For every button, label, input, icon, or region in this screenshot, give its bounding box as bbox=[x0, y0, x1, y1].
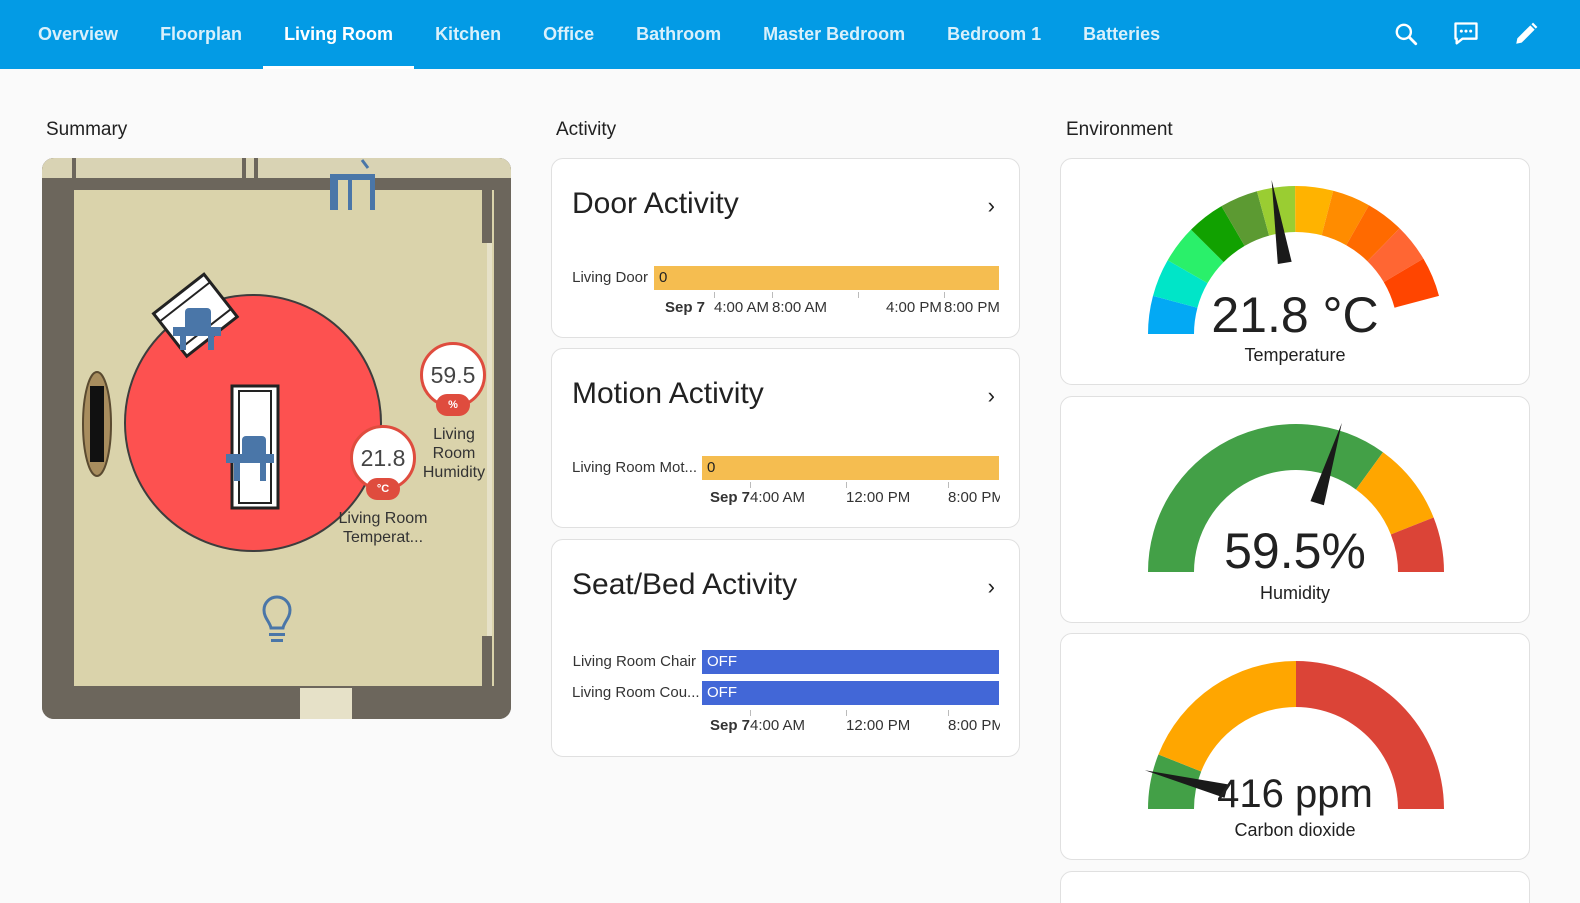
door-axis-t4: 8:00 PM bbox=[944, 299, 1000, 316]
door-axis-tick bbox=[772, 292, 773, 298]
seat-axis-date-text: Sep 7 bbox=[710, 717, 751, 734]
temperature-value: 21.8 °C bbox=[1211, 287, 1379, 343]
co2-label: Carbon dioxide bbox=[1234, 820, 1356, 840]
chevron-right-icon[interactable]: › bbox=[988, 383, 995, 409]
motion-activity-title: Motion Activity bbox=[572, 377, 764, 410]
door-axis-date: Sep 7 bbox=[665, 299, 705, 316]
top-app-bar: Overview Floorplan Living Room Kitchen O… bbox=[0, 0, 1580, 69]
seat-axis-t1: 4:00 AM bbox=[750, 717, 806, 734]
seat-bed-activity-card: Seat/Bed Activity › Living Room Chair OF… bbox=[551, 539, 1020, 757]
tab-living-room[interactable]: Living Room bbox=[263, 0, 415, 69]
tab-bathroom[interactable]: Bathroom bbox=[615, 0, 742, 69]
tab-master-bedroom[interactable]: Master Bedroom bbox=[742, 0, 926, 69]
tab-kitchen[interactable]: Kitchen bbox=[414, 0, 522, 69]
temperature-label: Temperature bbox=[1244, 345, 1346, 365]
humidity-label: Humidity bbox=[1259, 583, 1330, 603]
next-card bbox=[1060, 871, 1530, 903]
seat-bed-activity-title: Seat/Bed Activity bbox=[572, 568, 798, 601]
tab-office[interactable]: Office bbox=[522, 0, 615, 69]
tab-overview[interactable]: Overview bbox=[17, 0, 139, 69]
view-tabs: Overview Floorplan Living Room Kitchen O… bbox=[17, 0, 1181, 69]
seat-axis-tick bbox=[750, 710, 751, 716]
chat-icon[interactable] bbox=[1450, 18, 1482, 50]
environment-title: Environment bbox=[1066, 119, 1173, 140]
door-axis-date-text: Sep 7 bbox=[665, 299, 706, 316]
tab-bedroom-1[interactable]: Bedroom 1 bbox=[926, 0, 1062, 69]
pencil-icon[interactable] bbox=[1510, 18, 1542, 50]
door-activity-title: Door Activity bbox=[572, 187, 739, 220]
motion-axis-date: Sep 7 bbox=[710, 489, 750, 506]
motion-row-label: Living Room Mot... bbox=[572, 459, 698, 476]
door-axis-tick bbox=[858, 292, 859, 298]
door-axis-t1: 4:00 AM bbox=[714, 299, 770, 316]
motion-axis-tick bbox=[846, 482, 847, 488]
temperature-badge-value: 21.8 bbox=[360, 444, 406, 471]
chair-row-label: Living Room Chair bbox=[572, 653, 696, 670]
living-room-floorplan: 59.5 % Living Room Humidity 21.8 °C Livi… bbox=[42, 158, 511, 719]
chair-state-bar[interactable]: OFF bbox=[702, 650, 999, 674]
gauge-segment bbox=[1158, 661, 1296, 772]
search-icon[interactable] bbox=[1390, 18, 1422, 50]
seat-axis-t2: 12:00 PM bbox=[846, 717, 911, 734]
humidity-badge-unit: % bbox=[436, 394, 470, 416]
seat-axis-tick bbox=[846, 710, 847, 716]
summary-title: Summary bbox=[46, 119, 128, 140]
tab-floorplan[interactable]: Floorplan bbox=[139, 0, 263, 69]
door-axis-t2: 8:00 AM bbox=[772, 299, 828, 316]
tab-batteries[interactable]: Batteries bbox=[1062, 0, 1181, 69]
motion-axis-t1: 4:00 AM bbox=[750, 489, 806, 506]
door-row-label: Living Door bbox=[572, 269, 648, 286]
temperature-gauge-card[interactable]: 21.8 °C Temperature bbox=[1060, 158, 1530, 385]
humidity-gauge-card[interactable]: 59.5% Humidity bbox=[1060, 396, 1530, 623]
chevron-right-icon[interactable]: › bbox=[988, 193, 995, 219]
door-axis-tick bbox=[944, 292, 945, 298]
door-activity-card: Door Activity › Living Door 0 Sep 7 4:00… bbox=[551, 158, 1020, 338]
motion-axis-tick bbox=[948, 482, 949, 488]
motion-axis-date-text: Sep 7 bbox=[710, 489, 751, 506]
humidity-badge-value: 59.5 bbox=[430, 361, 476, 388]
temperature-badge-unit: °C bbox=[366, 478, 400, 500]
motion-axis-t2: 12:00 PM bbox=[846, 489, 911, 506]
motion-axis-tick bbox=[750, 482, 751, 488]
temperature-badge-label: Living Room Temperat... bbox=[338, 510, 428, 546]
chevron-right-icon[interactable]: › bbox=[988, 574, 995, 600]
door-axis-tick bbox=[714, 292, 715, 298]
motion-activity-card: Motion Activity › Living Room Mot... 0 S… bbox=[551, 348, 1020, 528]
seat-axis-date: Sep 7 bbox=[710, 717, 750, 734]
humidity-badge-label: Living Room Humidity bbox=[422, 426, 486, 481]
door-state-bar[interactable]: 0 bbox=[654, 266, 999, 290]
seat-axis-tick bbox=[948, 710, 949, 716]
couch-row-label: Living Room Cou... bbox=[572, 684, 700, 701]
motion-state-bar[interactable]: 0 bbox=[702, 456, 999, 480]
humidity-value: 59.5% bbox=[1224, 523, 1366, 579]
motion-axis-t3: 8:00 PM bbox=[948, 489, 1000, 506]
activity-title: Activity bbox=[556, 119, 617, 140]
couch-state-bar[interactable]: OFF bbox=[702, 681, 999, 705]
seat-axis-t3: 8:00 PM bbox=[948, 717, 1000, 734]
door-axis-t3: 4:00 PM bbox=[886, 299, 942, 316]
co2-value: 416 ppm bbox=[1217, 772, 1373, 816]
co2-gauge-card[interactable]: 416 ppm Carbon dioxide bbox=[1060, 633, 1530, 860]
